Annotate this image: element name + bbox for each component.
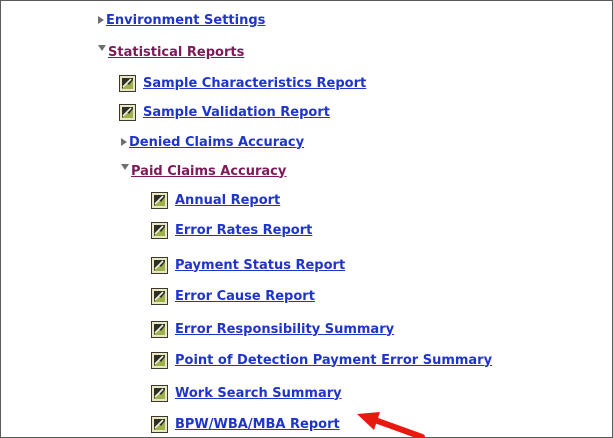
report-document-icon [119,74,136,92]
paid-claims-accuracy-link[interactable]: Paid Claims Accuracy [131,164,286,179]
environment-settings-link[interactable]: Environment Settings [106,13,265,28]
report-navigation-tree: Environment Settings Statistical Reports… [0,0,613,438]
triangle-down-icon[interactable] [98,45,106,51]
report-document-icon [151,351,168,369]
tree-item-sample-characteristics-report[interactable]: Sample Characteristics Report [119,72,366,94]
tree-item-annual-report[interactable]: Annual Report [151,189,280,211]
report-document-icon [151,287,168,305]
tree-node-denied-claims-accuracy[interactable]: Denied Claims Accuracy [121,131,304,153]
error-responsibility-summary-link[interactable]: Error Responsibility Summary [175,322,394,337]
error-cause-report-link[interactable]: Error Cause Report [175,289,315,304]
work-search-summary-link[interactable]: Work Search Summary [175,386,342,401]
tree-item-point-of-detection-payment-error-summary[interactable]: Point of Detection Payment Error Summary [151,349,492,371]
tree-item-bpw-wba-mba-report[interactable]: BPW/WBA/MBA Report [151,413,340,435]
annual-report-link[interactable]: Annual Report [175,193,280,208]
bpw-wba-mba-report-link[interactable]: BPW/WBA/MBA Report [175,417,340,432]
report-document-icon [151,221,168,239]
triangle-right-icon[interactable] [98,16,104,24]
sample-validation-report-link[interactable]: Sample Validation Report [143,105,330,120]
tree-item-sample-validation-report[interactable]: Sample Validation Report [119,101,330,123]
tree-item-payment-status-report[interactable]: Payment Status Report [151,254,345,276]
payment-status-report-link[interactable]: Payment Status Report [175,258,345,273]
tree-item-error-cause-report[interactable]: Error Cause Report [151,285,315,307]
tree-node-paid-claims-accuracy[interactable]: Paid Claims Accuracy [121,160,286,182]
report-document-icon [151,191,168,209]
tree-node-statistical-reports[interactable]: Statistical Reports [98,41,244,63]
tree-item-work-search-summary[interactable]: Work Search Summary [151,382,342,404]
report-document-icon [151,415,168,433]
report-document-icon [151,320,168,338]
tree-item-error-rates-report[interactable]: Error Rates Report [151,219,312,241]
sample-characteristics-report-link[interactable]: Sample Characteristics Report [143,76,366,91]
denied-claims-accuracy-link[interactable]: Denied Claims Accuracy [129,135,304,150]
triangle-down-icon[interactable] [121,164,129,170]
report-document-icon [151,256,168,274]
point-of-detection-payment-error-summary-link[interactable]: Point of Detection Payment Error Summary [175,353,492,368]
triangle-right-icon[interactable] [121,138,127,146]
error-rates-report-link[interactable]: Error Rates Report [175,223,312,238]
tree-node-environment-settings[interactable]: Environment Settings [98,9,265,31]
tree-item-error-responsibility-summary[interactable]: Error Responsibility Summary [151,318,394,340]
report-document-icon [151,384,168,402]
report-document-icon [119,103,136,121]
statistical-reports-link[interactable]: Statistical Reports [108,45,244,60]
